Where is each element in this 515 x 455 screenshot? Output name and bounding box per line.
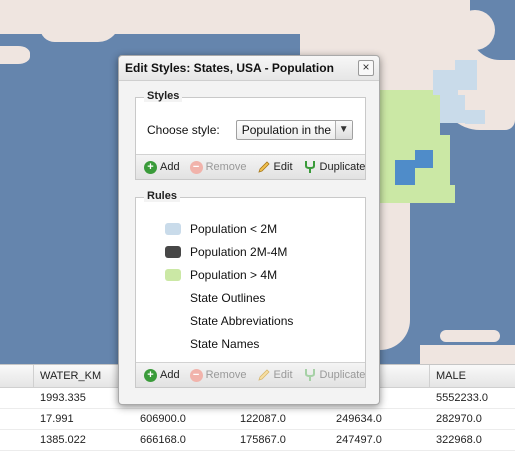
rule-item[interactable]: State Outlines (165, 291, 265, 305)
grid-cell: 5552233.0 (436, 392, 488, 404)
rule-item[interactable]: Population > 4M (165, 268, 277, 282)
rule-swatch (165, 246, 181, 258)
land-mass (455, 10, 495, 50)
grid-cell: 606900.0 (140, 413, 186, 425)
grid-cell (0, 430, 34, 450)
remove-rule-button[interactable]: − Remove (189, 368, 247, 382)
remove-style-label: Remove (205, 161, 247, 173)
rule-label: State Names (190, 337, 260, 351)
dialog-title[interactable]: Edit Styles: States, USA - Population (119, 56, 379, 81)
choose-style-row: Choose style: Population in the ▼ (147, 120, 353, 140)
rule-item[interactable]: State Abbreviations (165, 314, 293, 328)
edit-style-label: Edit (273, 161, 293, 173)
rule-label: Population 2M-4M (190, 245, 288, 259)
add-rule-button[interactable]: + Add (144, 368, 180, 382)
rule-label: Population > 4M (190, 268, 278, 282)
edit-rule-label: Edit (273, 369, 293, 381)
rule-swatch (165, 315, 181, 327)
land-mass (440, 330, 500, 342)
edit-styles-dialog[interactable]: Edit Styles: States, USA - Population × … (118, 55, 380, 405)
land-mass (380, 200, 410, 350)
rule-label: State Outlines (190, 291, 266, 305)
rule-item[interactable]: Population < 2M (165, 222, 277, 236)
styles-legend: Styles (144, 90, 183, 102)
remove-rule-label: Remove (205, 369, 247, 381)
land-mass (40, 20, 120, 42)
rules-legend: Rules (144, 190, 180, 202)
state-region[interactable] (415, 150, 433, 168)
rule-swatch (165, 223, 181, 235)
grid-cell: 322968.0 (436, 434, 482, 446)
grid-column-header[interactable]: MALE (430, 365, 515, 387)
duplicate-rule-label: Duplicate (319, 369, 366, 381)
add-icon: + (144, 368, 157, 382)
add-icon: + (144, 160, 157, 174)
grid-cell: 1385.022 (40, 434, 86, 446)
grid-cell (0, 409, 34, 429)
state-region[interactable] (380, 90, 440, 135)
state-region[interactable] (465, 110, 485, 124)
add-style-button[interactable]: + Add (144, 160, 180, 174)
remove-style-button[interactable]: − Remove (189, 160, 247, 174)
rule-label: State Abbreviations (190, 314, 294, 328)
grid-cell: 666168.0 (140, 434, 186, 446)
styles-toolbar: + Add − Remove Edit Duplicate (136, 154, 365, 179)
grid-cell: 122087.0 (240, 413, 286, 425)
style-select[interactable]: Population in the ▼ (235, 120, 353, 140)
table-row[interactable]: 17.991 606900.0 122087.0 249634.0 282970… (0, 409, 515, 430)
grid-column-header[interactable] (0, 365, 34, 387)
state-region[interactable] (455, 60, 477, 90)
remove-icon: − (189, 160, 203, 174)
rule-item[interactable]: State Names (165, 337, 259, 351)
rule-swatch (165, 338, 181, 350)
add-style-label: Add (160, 161, 180, 173)
grid-cell: 17.991 (40, 413, 74, 425)
edit-rule-button[interactable]: Edit (257, 368, 293, 382)
rules-panel: Rules Population < 2M Population 2M-4M P… (135, 190, 366, 388)
grid-cell: 247497.0 (336, 434, 382, 446)
rule-swatch (165, 269, 181, 281)
duplicate-style-label: Duplicate (319, 161, 366, 173)
add-rule-label: Add (160, 369, 180, 381)
pencil-icon (257, 369, 270, 381)
rule-item[interactable]: Population 2M-4M (165, 245, 287, 259)
rule-label: Population < 2M (190, 222, 278, 236)
rule-swatch (165, 292, 181, 304)
state-region[interactable] (380, 185, 455, 203)
style-select-value: Population in the (241, 123, 332, 137)
land-mass (420, 345, 515, 365)
chevron-down-icon[interactable]: ▼ (334, 121, 352, 139)
rules-toolbar: + Add − Remove Edit Duplicate (136, 362, 365, 387)
close-icon[interactable]: × (358, 60, 374, 76)
fork-icon (304, 369, 315, 381)
duplicate-rule-button[interactable]: Duplicate (303, 368, 366, 382)
grid-cell: 175867.0 (240, 434, 286, 446)
edit-style-button[interactable]: Edit (257, 160, 293, 174)
styles-panel: Styles Choose style: Population in the ▼… (135, 90, 366, 180)
grid-cell (0, 388, 34, 408)
state-region[interactable] (440, 95, 465, 123)
pencil-icon (257, 161, 270, 173)
fork-icon (304, 161, 315, 173)
choose-style-label: Choose style: (147, 123, 220, 137)
remove-icon: − (189, 368, 203, 382)
table-row[interactable]: 1385.022 666168.0 175867.0 247497.0 3229… (0, 430, 515, 451)
land-mass (0, 46, 30, 64)
grid-cell: 282970.0 (436, 413, 482, 425)
duplicate-style-button[interactable]: Duplicate (303, 160, 366, 174)
grid-cell: 249634.0 (336, 413, 382, 425)
